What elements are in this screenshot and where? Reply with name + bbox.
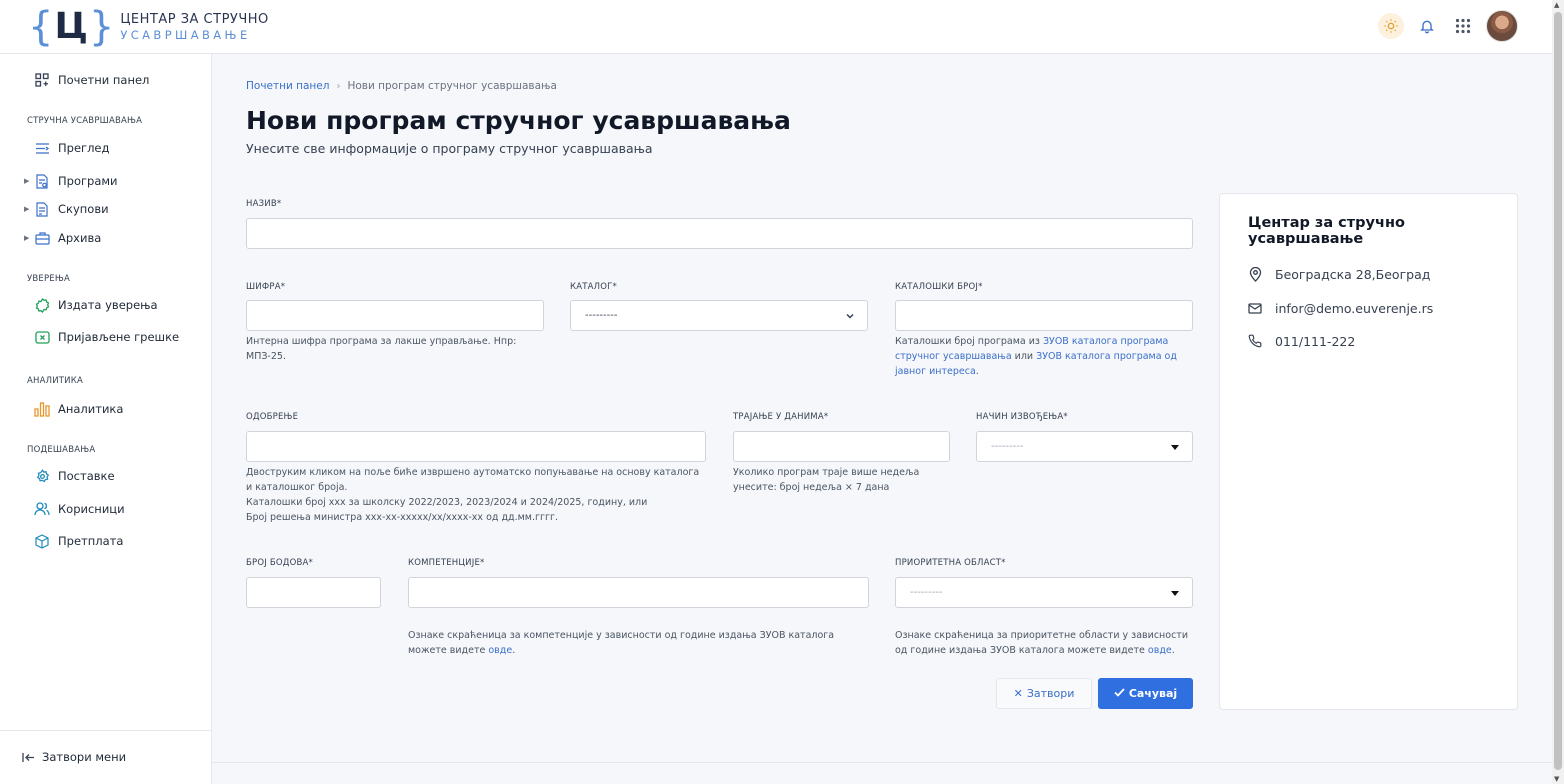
sidebar-item-users[interactable]: Корисници [34,501,125,517]
approval-label: ОДОБРЕЊЕ [246,412,299,422]
sidebar-item-archive[interactable]: ▶ Архива [24,230,101,246]
theme-toggle-sun-icon[interactable] [1378,13,1404,39]
sidebar-item-analytics[interactable]: Аналитика [34,401,123,417]
competences-label: КОМПЕТЕНЦИЈЕ* [408,558,485,568]
breadcrumb-home-link[interactable]: Почетни панел [246,80,329,92]
save-button[interactable]: Сачувај [1098,678,1193,709]
catalog-select[interactable]: --------- [570,300,868,331]
organization-address: Београдска 28,Београд [1247,266,1430,282]
code-help: Интерна шифра програма за лакше управљањ… [246,336,517,362]
sidebar-item-events[interactable]: ▶ Скупови [24,201,109,217]
breadcrumb: Почетни панел › Нови програм стручног ус… [246,80,557,92]
approval-input[interactable] [246,431,706,462]
scroll-down-arrow-icon[interactable]: ▼ [1554,775,1559,783]
expand-caret-icon[interactable]: ▶ [24,234,29,242]
duration-label: ТРАЈАЊЕ У ДАНИМА* [733,412,829,422]
competences-input[interactable] [408,577,869,608]
catalog-label: КАТАЛОГ* [570,282,617,292]
scrollbar-thumb[interactable] [1554,12,1562,770]
check-icon [1114,687,1125,700]
list-icon [34,140,50,156]
logo-line-1: ЦЕНТАР ЗА СТРУЧНО [120,12,269,27]
chevron-down-icon [845,311,855,324]
organization-name: Центар за стручно усавршавање [1248,215,1405,247]
catalog-number-help: Каталошки број програма из ЗУОВ каталога… [895,336,1177,377]
organization-email: infor@demo.euverenje.rs [1247,300,1433,316]
priority-area-help: Ознаке скраћеница за приоритетне области… [895,630,1189,656]
delivery-mode-select[interactable]: --------- [976,431,1193,462]
logo-line-2: УСАВРШАВАЊЕ [120,28,251,42]
catalog-number-input[interactable] [895,300,1193,331]
sidebar-item-overview[interactable]: Преглед [34,140,109,156]
priority-area-select-value: --------- [910,587,943,598]
top-bar: { Ц } ЦЕНТАР ЗА СТРУЧНО УСАВРШАВАЊЕ [0,0,1552,54]
close-menu-button[interactable]: Затвори мени [20,749,126,765]
sidebar: Почетни панел СТРУЧНА УСАВРШАВАЊА Прегле… [0,54,212,784]
sidebar-item-programs[interactable]: ▶ Програми [24,173,118,189]
competences-here-link[interactable]: овде [488,645,512,656]
phone-icon [1247,333,1263,349]
collapse-arrow-icon [20,749,36,765]
gear-icon [34,468,50,484]
expand-caret-icon[interactable]: ▶ [24,177,29,185]
caret-down-icon [1170,442,1180,455]
approval-help: Двоструким кликом на поље биће извршено … [246,467,700,523]
sidebar-item-settings[interactable]: Поставке [34,468,115,484]
expand-caret-icon[interactable]: ▶ [24,205,29,213]
bar-chart-icon [34,401,50,417]
delivery-mode-select-value: --------- [991,441,1024,452]
duration-input[interactable] [733,431,950,462]
code-label: ШИФРА* [246,282,286,292]
sidebar-section-title: СТРУЧНА УСАВРШАВАЊА [27,116,143,126]
caret-down-icon [1170,588,1180,601]
sidebar-item-subscription[interactable]: Претплата [34,533,123,549]
catalog-select-value: --------- [585,310,618,321]
organization-phone: 011/111-222 [1247,333,1355,349]
events-document-icon [34,201,50,217]
points-label: БРОЈ БОДОВА* [246,558,314,568]
programs-document-icon [34,173,50,189]
name-label: НАЗИВ* [246,199,282,209]
location-pin-icon [1247,266,1263,282]
sidebar-footer: Затвори мени [0,730,211,784]
sidebar-item-home[interactable]: Почетни панел [34,72,149,88]
sidebar-section-title: АНАЛИТИКА [27,376,83,386]
dashboard-icon [34,72,50,88]
catalog-number-label: КАТАЛОШКИ БРОЈ* [895,282,983,292]
scroll-up-arrow-icon[interactable]: ▲ [1554,1,1559,9]
priority-area-select[interactable]: --------- [895,577,1193,608]
breadcrumb-current: Нови програм стручног усавршавања [347,80,557,92]
priority-here-link[interactable]: овде [1148,645,1172,656]
close-button[interactable]: ✕ Затвори [996,678,1092,709]
close-icon: ✕ [1013,687,1023,700]
sidebar-section-title: ПОДЕШАВАЊА [27,445,96,455]
duration-help: Уколико програм траје више недеља унесит… [733,467,920,493]
chevron-right-icon: › [336,80,341,92]
page-subtitle: Унесите све информације о програму струч… [246,141,653,156]
logo[interactable]: { Ц } ЦЕНТАР ЗА СТРУЧНО УСАВРШАВАЊЕ [28,6,269,48]
sidebar-item-issued-certificates[interactable]: Издата уверења [34,297,158,313]
code-input[interactable] [246,300,544,331]
notifications-bell-icon[interactable] [1414,13,1440,39]
priority-area-label: ПРИОРИТЕТНА ОБЛАСТ* [895,558,1006,568]
user-avatar[interactable] [1486,10,1518,42]
page-title: Нови програм стручног усавршавања [246,106,791,135]
organization-info-card: Центар за стручно усавршавање Београдска… [1219,193,1518,710]
sidebar-section-title: УВЕРЕЊА [27,274,70,284]
points-input[interactable] [246,577,381,608]
competences-help: Ознаке скраћеница за компетенције у зави… [408,630,835,656]
package-box-icon [34,533,50,549]
logo-mark: Ц [54,6,88,47]
certificate-badge-icon [34,297,50,313]
apps-grid-icon[interactable] [1450,13,1476,39]
scrollbar[interactable]: ▲ ▼ [1552,0,1564,784]
name-input[interactable] [246,218,1193,249]
users-icon [34,501,50,517]
error-ticket-icon [34,329,50,345]
mail-icon [1247,300,1263,316]
delivery-mode-label: НАЧИН ИЗВОЂЕЊА* [976,412,1068,422]
briefcase-icon [34,230,50,246]
sidebar-item-reported-errors[interactable]: Пријављене грешке [34,329,179,345]
